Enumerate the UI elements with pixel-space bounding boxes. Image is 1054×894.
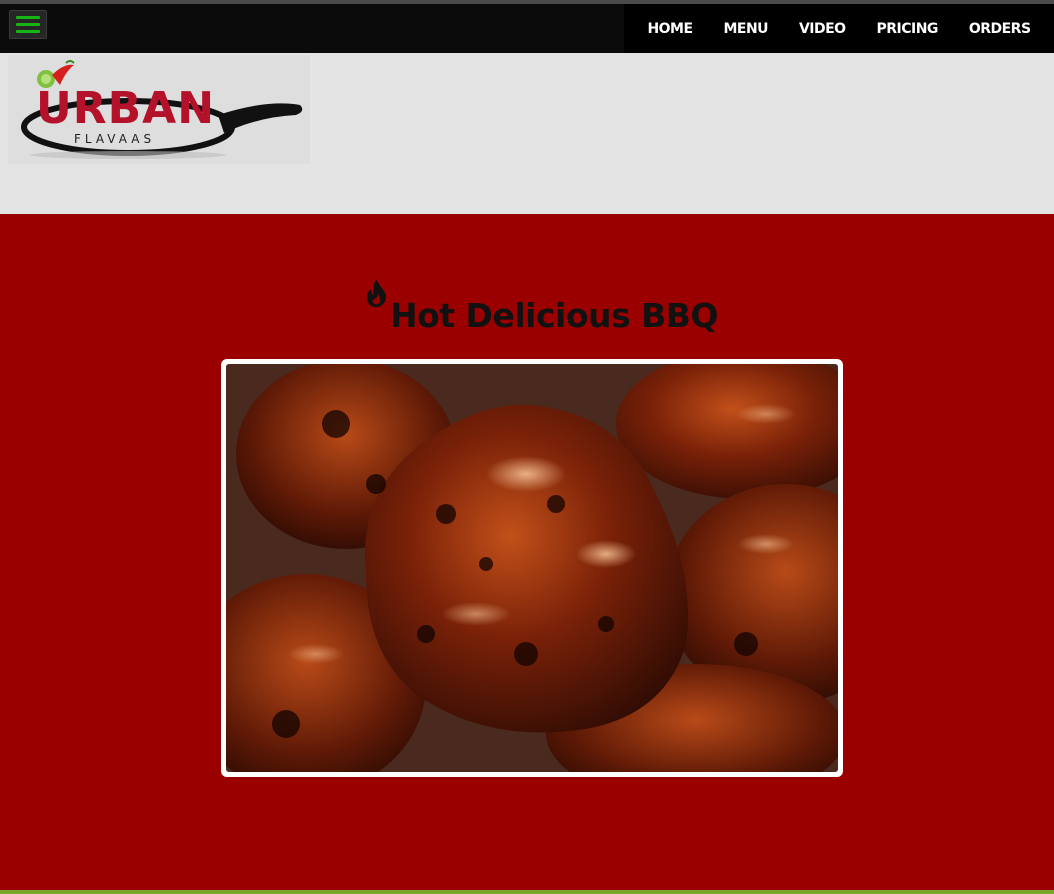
hamburger-line bbox=[16, 30, 40, 33]
nav-item-pricing[interactable]: PRICING bbox=[876, 21, 938, 37]
logo-subtitle: FLAVAAS bbox=[74, 132, 155, 146]
nav-item-menu[interactable]: MENU bbox=[723, 21, 768, 37]
menu-toggle-button[interactable] bbox=[9, 10, 47, 39]
hero-section: Hot Delicious BBQ bbox=[0, 214, 1054, 890]
nav-item-orders[interactable]: ORDERS bbox=[969, 21, 1031, 37]
fire-icon bbox=[366, 279, 386, 308]
main-navigation: HOME MENU VIDEO PRICING ORDERS bbox=[624, 4, 1054, 54]
nav-item-home[interactable]: HOME bbox=[647, 21, 693, 37]
nav-item-video[interactable]: VIDEO bbox=[799, 21, 846, 37]
hero-title: Hot Delicious BBQ bbox=[390, 296, 718, 335]
hamburger-line bbox=[16, 16, 40, 19]
bbq-chicken-photo bbox=[226, 364, 838, 772]
site-header: URBAN FLAVAAS bbox=[0, 53, 1054, 214]
hamburger-line bbox=[16, 23, 40, 26]
bbq-photo-frame bbox=[221, 359, 843, 777]
hero-title-row: Hot Delicious BBQ bbox=[364, 278, 718, 335]
bottom-border bbox=[0, 890, 1054, 894]
site-logo[interactable]: URBAN FLAVAAS bbox=[8, 55, 310, 164]
logo-wordmark: URBAN bbox=[36, 83, 215, 134]
urban-flavaas-logo: URBAN FLAVAAS bbox=[21, 60, 303, 159]
